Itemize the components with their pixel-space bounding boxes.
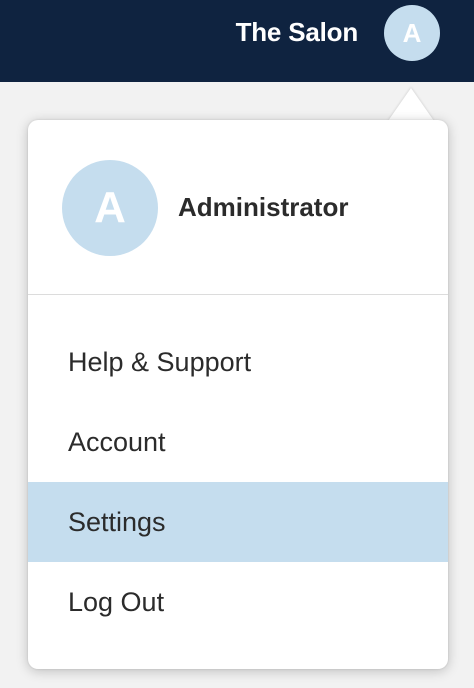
dropdown-caret xyxy=(388,88,434,121)
menu-item-settings[interactable]: Settings xyxy=(28,482,448,562)
user-dropdown-menu: A Administrator Help & Support Account S… xyxy=(28,120,448,669)
profile-name: Administrator xyxy=(178,192,349,222)
salon-name: The Salon xyxy=(235,17,359,47)
menu-item-account[interactable]: Account xyxy=(28,402,448,482)
profile-avatar: A xyxy=(62,160,158,256)
menu-item-help-support[interactable]: Help & Support xyxy=(28,322,448,402)
menu-list: Help & Support Account Settings Log Out xyxy=(28,322,448,642)
menu-item-log-out[interactable]: Log Out xyxy=(28,562,448,642)
profile-section: A Administrator xyxy=(28,120,448,295)
top-navbar: The Salon A xyxy=(0,0,474,82)
user-avatar-button[interactable]: A xyxy=(384,5,440,61)
